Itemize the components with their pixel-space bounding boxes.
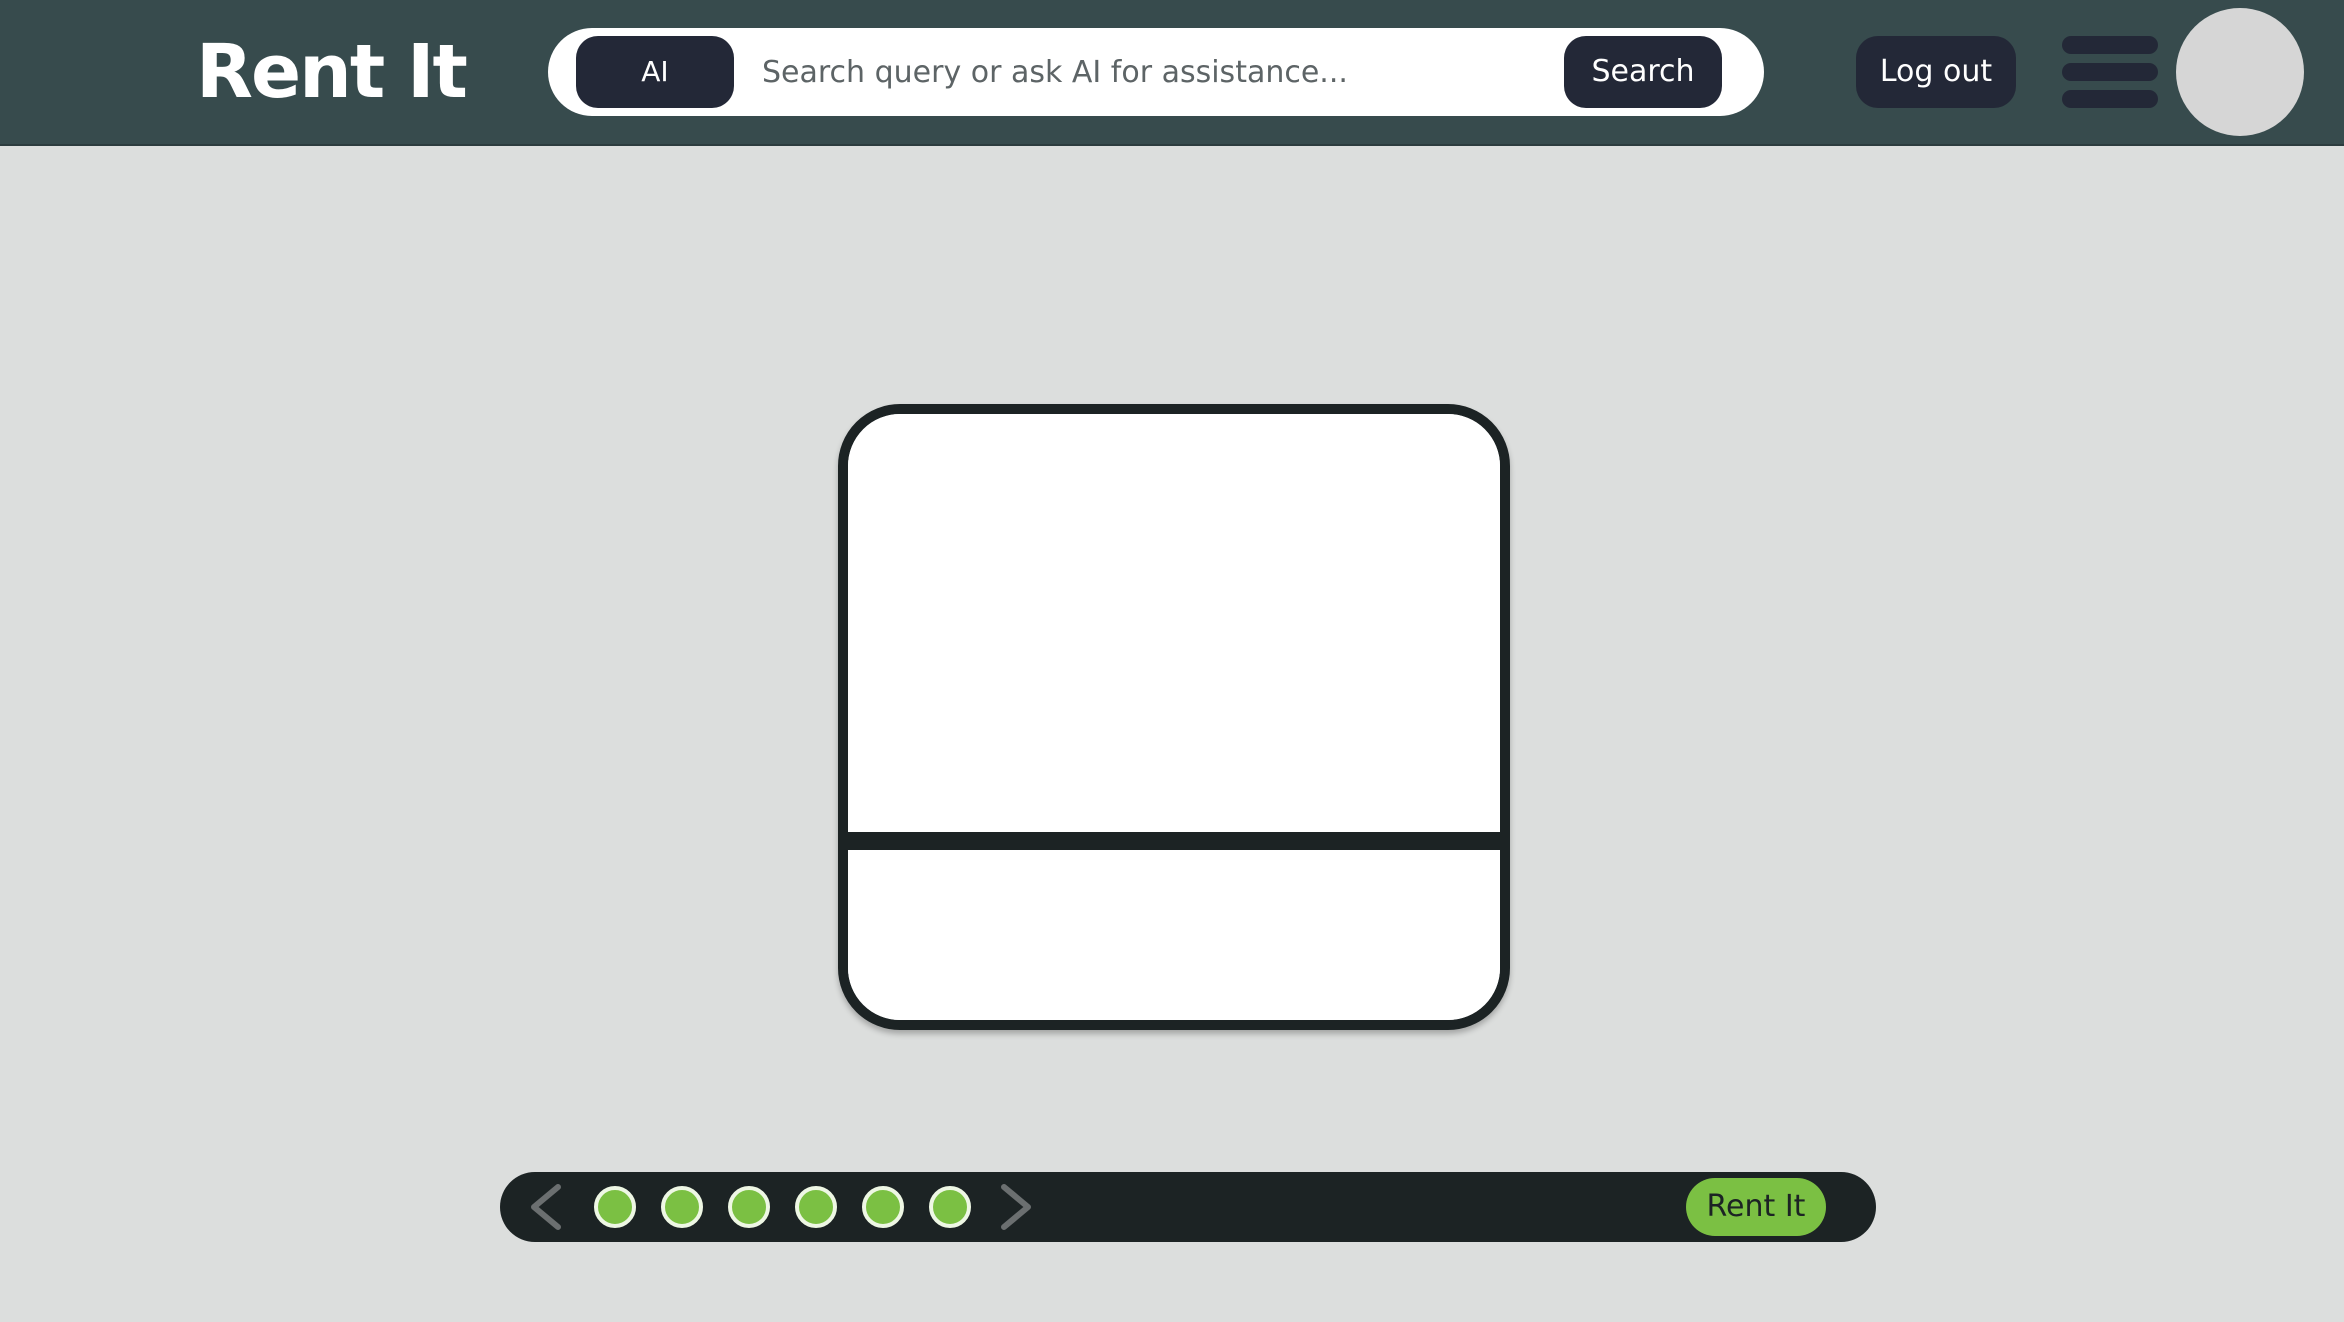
- chevron-left-icon[interactable]: [522, 1181, 572, 1233]
- carousel-dot[interactable]: [661, 1186, 703, 1228]
- search-input[interactable]: [762, 42, 1562, 102]
- user-avatar[interactable]: [2176, 8, 2304, 136]
- hamburger-menu-icon[interactable]: [2062, 36, 2158, 110]
- carousel-dot[interactable]: [862, 1186, 904, 1228]
- menu-icon-line: [2062, 36, 2158, 54]
- search-button[interactable]: Search: [1564, 36, 1722, 108]
- menu-icon-line: [2062, 63, 2158, 81]
- listing-image-area: [848, 414, 1500, 832]
- top-navigation-bar: Rent It AI Search Log out: [0, 0, 2344, 146]
- search-bar: AI Search: [548, 28, 1764, 116]
- card-divider: [848, 832, 1500, 850]
- carousel-controls: Rent It: [500, 1172, 1876, 1242]
- carousel-dot[interactable]: [795, 1186, 837, 1228]
- rent-it-button[interactable]: Rent It: [1686, 1178, 1826, 1236]
- page: Rent It AI Search Log out: [0, 0, 2344, 1322]
- menu-icon-line: [2062, 90, 2158, 108]
- app-logo[interactable]: Rent It: [196, 24, 468, 120]
- ai-mode-button[interactable]: AI: [576, 36, 734, 108]
- carousel-dot[interactable]: [594, 1186, 636, 1228]
- chevron-right-icon[interactable]: [990, 1181, 1040, 1233]
- listing-card[interactable]: [838, 404, 1510, 1030]
- carousel-dot[interactable]: [728, 1186, 770, 1228]
- carousel-dot[interactable]: [929, 1186, 971, 1228]
- logout-button[interactable]: Log out: [1856, 36, 2016, 108]
- listing-info-area: [848, 850, 1500, 1020]
